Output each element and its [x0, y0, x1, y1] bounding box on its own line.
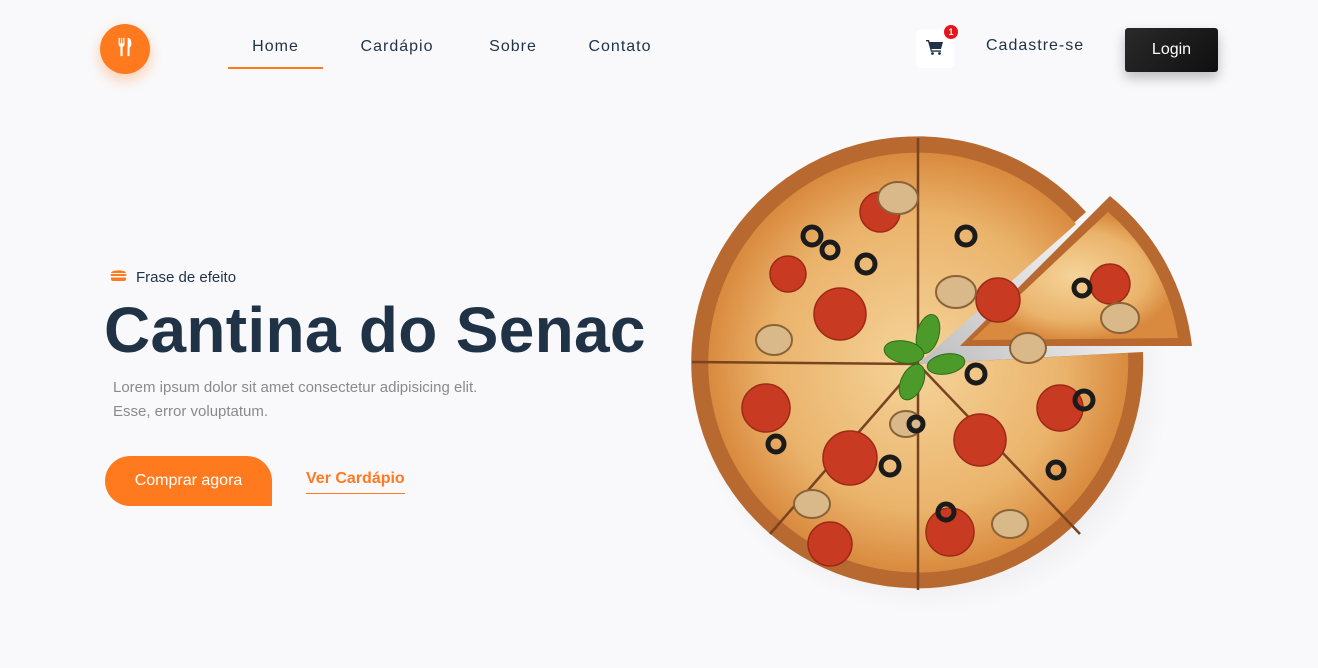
- logo[interactable]: [100, 24, 150, 74]
- utensils-icon: [114, 36, 136, 63]
- hero-description: Lorem ipsum dolor sit amet consectetur a…: [113, 379, 478, 420]
- login-button[interactable]: Login: [1125, 28, 1218, 72]
- buy-now-button[interactable]: Comprar agora: [105, 456, 272, 506]
- signup-link[interactable]: Cadastre-se: [986, 34, 1084, 58]
- nav-sobre[interactable]: Sobre: [471, 24, 555, 69]
- hero-title: Cantina do Senac: [104, 294, 646, 366]
- hamburger-icon: [110, 268, 127, 286]
- view-menu-link[interactable]: Ver Cardápio: [306, 470, 405, 494]
- main-nav: Home Cardápio Sobre Contato: [228, 24, 675, 69]
- nav-contato[interactable]: Contato: [565, 24, 675, 69]
- cart-count-badge: 1: [944, 25, 958, 39]
- tagline-text: Frase de efeito: [136, 268, 237, 286]
- hero-tagline: Frase de efeito: [110, 268, 236, 286]
- pizza-image: [680, 124, 1210, 624]
- nav-cardapio[interactable]: Cardápio: [333, 24, 461, 69]
- nav-home[interactable]: Home: [228, 24, 323, 69]
- cart-button[interactable]: 1: [916, 25, 958, 68]
- shopping-cart-icon: [926, 39, 944, 60]
